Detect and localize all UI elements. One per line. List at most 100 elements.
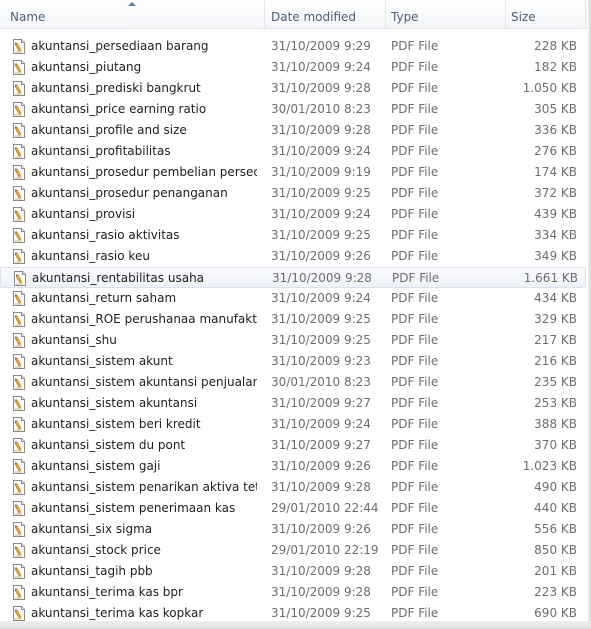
file-row[interactable]: akuntansi_rentabilitas usaha 31/10/2009 9… [0, 267, 586, 288]
file-size: 1.661 KB [523, 271, 578, 285]
file-row[interactable]: akuntansi_return saham 31/10/2009 9:24 PDF… [0, 288, 586, 309]
file-name: akuntansi_stock price [31, 543, 161, 557]
file-row[interactable]: akuntansi_sistem beri kredit 31/10/2009 9… [0, 414, 586, 435]
file-row[interactable]: akuntansi_sistem penarikan aktiva tetap 3… [0, 477, 586, 498]
file-name: akuntansi_provisi [31, 207, 136, 221]
pdf-file-icon [12, 375, 26, 390]
file-date-modified: 30/01/2010 8:23 [271, 375, 371, 389]
file-name: akuntansi_rasio keu [31, 249, 150, 263]
file-type: PDF File [391, 60, 439, 74]
file-row[interactable]: akuntansi_profile and size 31/10/2009 9:2… [0, 120, 586, 141]
pdf-file-icon [12, 480, 26, 495]
pdf-file-icon [12, 291, 26, 306]
pdf-file-icon [12, 165, 26, 180]
file-row[interactable]: akuntansi_sistem penerimaan kas 29/01/201… [0, 498, 586, 519]
column-header-bar: Name Date modified Type Size [0, 0, 591, 29]
file-row[interactable]: akuntansi_price earning ratio 30/01/2010 … [0, 99, 586, 120]
file-name: akuntansi_prosedur penanganan [31, 186, 228, 200]
pdf-file-icon [12, 144, 26, 159]
file-type: PDF File [391, 312, 439, 326]
file-name: akuntansi_sistem akuntansi penjualan [31, 375, 257, 389]
file-list: akuntansi_persediaan barang 31/10/2009 9:… [0, 36, 588, 624]
file-type: PDF File [391, 228, 439, 242]
file-date-modified: 31/10/2009 9:19 [271, 165, 371, 179]
file-type: PDF File [391, 375, 439, 389]
file-row[interactable]: akuntansi_persediaan barang 31/10/2009 9:… [0, 36, 586, 57]
file-type: PDF File [391, 585, 439, 599]
file-type: PDF File [391, 81, 439, 95]
file-row[interactable]: akuntansi_sistem akunt 31/10/2009 9:23 PDF… [0, 351, 586, 372]
file-row[interactable]: akuntansi_profitabilitas 31/10/2009 9:24 P… [0, 141, 586, 162]
file-date-modified: 31/10/2009 9:23 [271, 354, 371, 368]
file-date-modified: 31/10/2009 9:26 [271, 249, 371, 263]
file-row[interactable]: akuntansi_sistem akuntansi penjualan 30/0… [0, 372, 586, 393]
file-row[interactable]: akuntansi_tagih pbb 31/10/2009 9:28 PDF Fi… [0, 561, 586, 582]
column-header-type[interactable]: Type [386, 0, 506, 28]
file-row[interactable]: akuntansi_terima kas bpr 31/10/2009 9:28 P… [0, 582, 586, 603]
file-row[interactable]: akuntansi_prediski bangkrut 31/10/2009 9:… [0, 78, 586, 99]
horizontal-scrollbar[interactable] [0, 621, 591, 629]
file-row[interactable]: akuntansi_prosedur penanganan 31/10/2009 … [0, 183, 586, 204]
file-type: PDF File [391, 501, 439, 515]
file-row[interactable]: akuntansi_shu 31/10/2009 9:25 PDF File 217 … [0, 330, 586, 351]
file-type: PDF File [391, 165, 439, 179]
file-size: 370 KB [534, 438, 577, 452]
file-size: 434 KB [534, 291, 577, 305]
file-name: akuntansi_sistem akunt [31, 354, 173, 368]
file-row[interactable]: akuntansi_prosedur pembelian persediaa..… [0, 162, 586, 183]
file-type: PDF File [391, 438, 439, 452]
file-name: akuntansi_piutang [31, 60, 142, 74]
file-date-modified: 31/10/2009 9:24 [271, 207, 371, 221]
file-name: akuntansi_persediaan barang [31, 39, 209, 53]
file-type: PDF File [391, 417, 439, 431]
file-row[interactable]: akuntansi_sistem akuntansi 31/10/2009 9:2… [0, 393, 586, 414]
file-date-modified: 29/01/2010 22:19 [271, 543, 379, 557]
file-name: akuntansi_tagih pbb [31, 564, 153, 578]
file-type: PDF File [391, 291, 439, 305]
file-size: 276 KB [534, 144, 577, 158]
file-size: 439 KB [534, 207, 577, 221]
pdf-file-icon [12, 333, 26, 348]
file-date-modified: 31/10/2009 9:28 [271, 81, 371, 95]
file-date-modified: 31/10/2009 9:26 [271, 522, 371, 536]
file-type: PDF File [391, 123, 439, 137]
file-row[interactable]: akuntansi_ROE perushanaa manufaktur 31/10… [0, 309, 586, 330]
pdf-file-icon [12, 501, 26, 516]
file-date-modified: 31/10/2009 9:25 [271, 186, 371, 200]
file-date-modified: 31/10/2009 9:28 [271, 585, 371, 599]
column-header-size[interactable]: Size [506, 0, 586, 28]
file-row[interactable]: akuntansi_stock price 29/01/2010 22:19 PDF… [0, 540, 586, 561]
file-size: 334 KB [534, 228, 577, 242]
pdf-file-icon [13, 271, 27, 286]
file-date-modified: 31/10/2009 9:26 [271, 459, 371, 473]
file-date-modified: 31/10/2009 9:27 [271, 438, 371, 452]
file-type: PDF File [391, 480, 439, 494]
pdf-file-icon [12, 39, 26, 54]
pdf-file-icon [12, 438, 26, 453]
file-size: 490 KB [534, 480, 577, 494]
pdf-file-icon [12, 585, 26, 600]
file-row[interactable]: akuntansi_six sigma 31/10/2009 9:26 PDF Fi… [0, 519, 586, 540]
file-type: PDF File [391, 354, 439, 368]
pdf-file-icon [12, 186, 26, 201]
file-size: 1.050 KB [522, 81, 577, 95]
file-row[interactable]: akuntansi_rasio aktivitas 31/10/2009 9:25… [0, 225, 586, 246]
file-name: akuntansi_prosedur pembelian persediaa..… [31, 165, 257, 179]
file-row[interactable]: akuntansi_sistem gaji 31/10/2009 9:26 PDF … [0, 456, 586, 477]
file-date-modified: 31/10/2009 9:25 [271, 333, 371, 347]
file-size: 182 KB [534, 60, 577, 74]
pdf-file-icon [12, 102, 26, 117]
file-name: akuntansi_return saham [31, 291, 177, 305]
file-type: PDF File [391, 396, 439, 410]
file-row[interactable]: akuntansi_piutang 31/10/2009 9:24 PDF File… [0, 57, 586, 78]
file-row[interactable]: akuntansi_provisi 31/10/2009 9:24 PDF File… [0, 204, 586, 225]
column-header-date-modified[interactable]: Date modified [266, 0, 386, 28]
file-row[interactable]: akuntansi_rasio keu 31/10/2009 9:26 PDF Fi… [0, 246, 586, 267]
file-date-modified: 31/10/2009 9:29 [271, 39, 371, 53]
pdf-file-icon [12, 207, 26, 222]
file-size: 201 KB [534, 564, 577, 578]
file-size: 556 KB [534, 522, 577, 536]
file-row[interactable]: akuntansi_sistem du pont 31/10/2009 9:27 P… [0, 435, 586, 456]
file-size: 336 KB [534, 123, 577, 137]
column-header-name[interactable]: Name [5, 0, 265, 28]
